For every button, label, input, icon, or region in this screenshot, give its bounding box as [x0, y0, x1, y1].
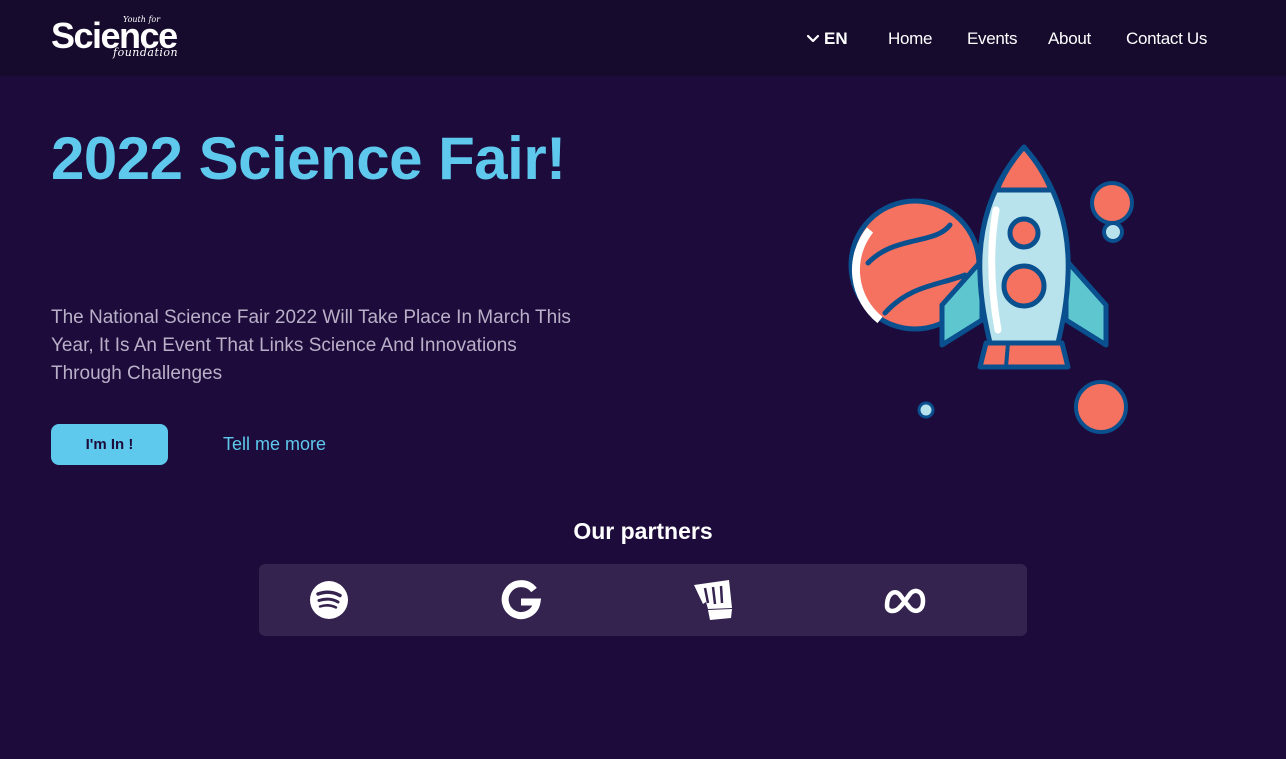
tell-me-more-link[interactable]: Tell me more [223, 434, 326, 455]
logo-tagline-top: Youth for [123, 15, 161, 24]
top-navbar: Science Youth for foundation EN Home Eve… [0, 0, 1286, 76]
hero-title: 2022 Science Fair! [51, 125, 566, 192]
nav-home[interactable]: Home [888, 29, 932, 49]
spotify-icon[interactable] [307, 578, 351, 622]
hero-description: The National Science Fair 2022 Will Take… [51, 307, 571, 384]
rocket-illustration [848, 144, 1134, 434]
language-label: EN [824, 29, 848, 48]
partners-strip [259, 564, 1027, 636]
riot-games-icon[interactable] [691, 578, 735, 622]
language-selector[interactable]: EN [806, 29, 848, 49]
partners-title: Our partners [573, 518, 713, 544]
chevron-down-icon [806, 34, 820, 43]
nav-events[interactable]: Events [967, 29, 1017, 49]
meta-icon[interactable] [883, 578, 927, 622]
im-in-button[interactable]: I'm In ! [51, 424, 168, 465]
nav-about[interactable]: About [1048, 29, 1091, 49]
nav-contact-us[interactable]: Contact Us [1126, 29, 1207, 49]
site-logo[interactable]: Science Youth for foundation [51, 14, 181, 62]
logo-tagline-bottom: foundation [113, 46, 179, 59]
google-icon[interactable] [499, 578, 543, 622]
